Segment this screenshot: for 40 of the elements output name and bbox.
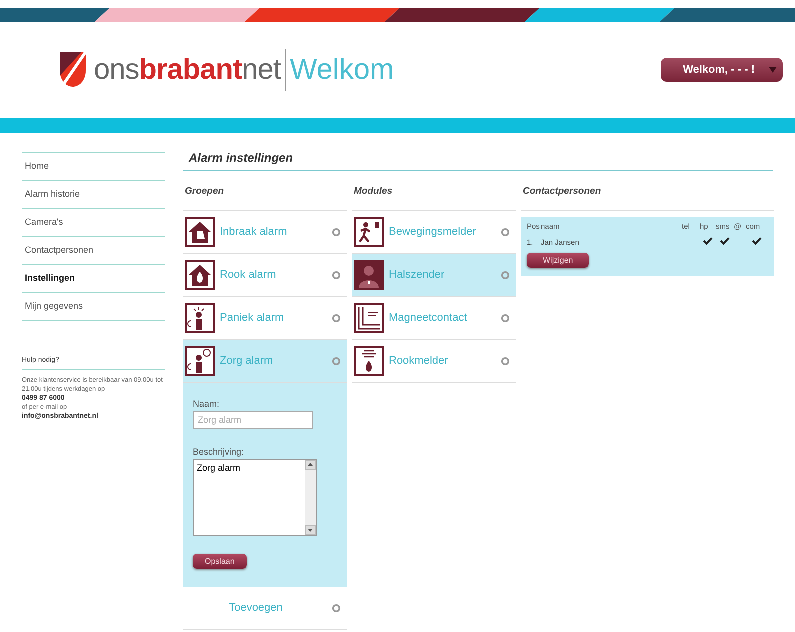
person-speech-icon: [185, 346, 215, 376]
field-label: Beschrijving:: [193, 447, 244, 457]
page-title: Welkom: [290, 54, 394, 86]
settings-icon[interactable]: [501, 356, 510, 366]
scrollbar[interactable]: [305, 460, 316, 535]
sidebar-item[interactable]: Camera's: [22, 209, 165, 237]
save-button[interactable]: Opslaan: [193, 554, 247, 569]
house-fire-icon: [185, 260, 215, 290]
column-heading: Contactpersonen: [521, 171, 774, 211]
settings-icon[interactable]: [332, 270, 341, 280]
user-menu-button[interactable]: Welkom, - - - !: [661, 58, 783, 82]
sidebar-item[interactable]: Contactpersonen: [22, 237, 165, 265]
caret-icon: [769, 67, 777, 73]
sidebar-item[interactable]: Home: [22, 153, 165, 181]
field-label: Naam:: [193, 399, 220, 409]
scroll-down-button[interactable]: [305, 525, 316, 535]
running-person-icon: [354, 217, 384, 247]
edit-button[interactable]: Wijzigen: [527, 253, 590, 268]
column-heading: Modules: [352, 171, 516, 211]
settings-icon[interactable]: [332, 314, 341, 322]
logo-text: onsbrabantnet: [94, 54, 281, 86]
section-title: Alarm instellingen: [183, 145, 773, 171]
house-icon: [185, 217, 215, 247]
settings-icon[interactable]: [501, 228, 510, 236]
person-icon: [354, 260, 384, 290]
sidebar-item[interactable]: Mijn gegevens: [22, 293, 165, 321]
sidebar-item[interactable]: Alarm historie: [22, 181, 165, 209]
name-field[interactable]: Zorg alarm: [193, 411, 313, 429]
settings-icon[interactable]: [332, 604, 341, 612]
smoke-detector-icon: [354, 346, 384, 376]
sidebar-item[interactable]: Instellingen: [22, 265, 165, 293]
scroll-up-button[interactable]: [305, 460, 316, 470]
settings-icon[interactable]: [501, 270, 510, 280]
description-field[interactable]: Zorg alarm: [193, 459, 317, 536]
settings-icon[interactable]: [332, 228, 341, 236]
settings-icon[interactable]: [332, 356, 341, 366]
person-alarm-icon: [185, 303, 215, 333]
column-heading: Groepen: [183, 171, 347, 211]
settings-icon[interactable]: [501, 314, 510, 322]
window-icon: [354, 303, 384, 333]
